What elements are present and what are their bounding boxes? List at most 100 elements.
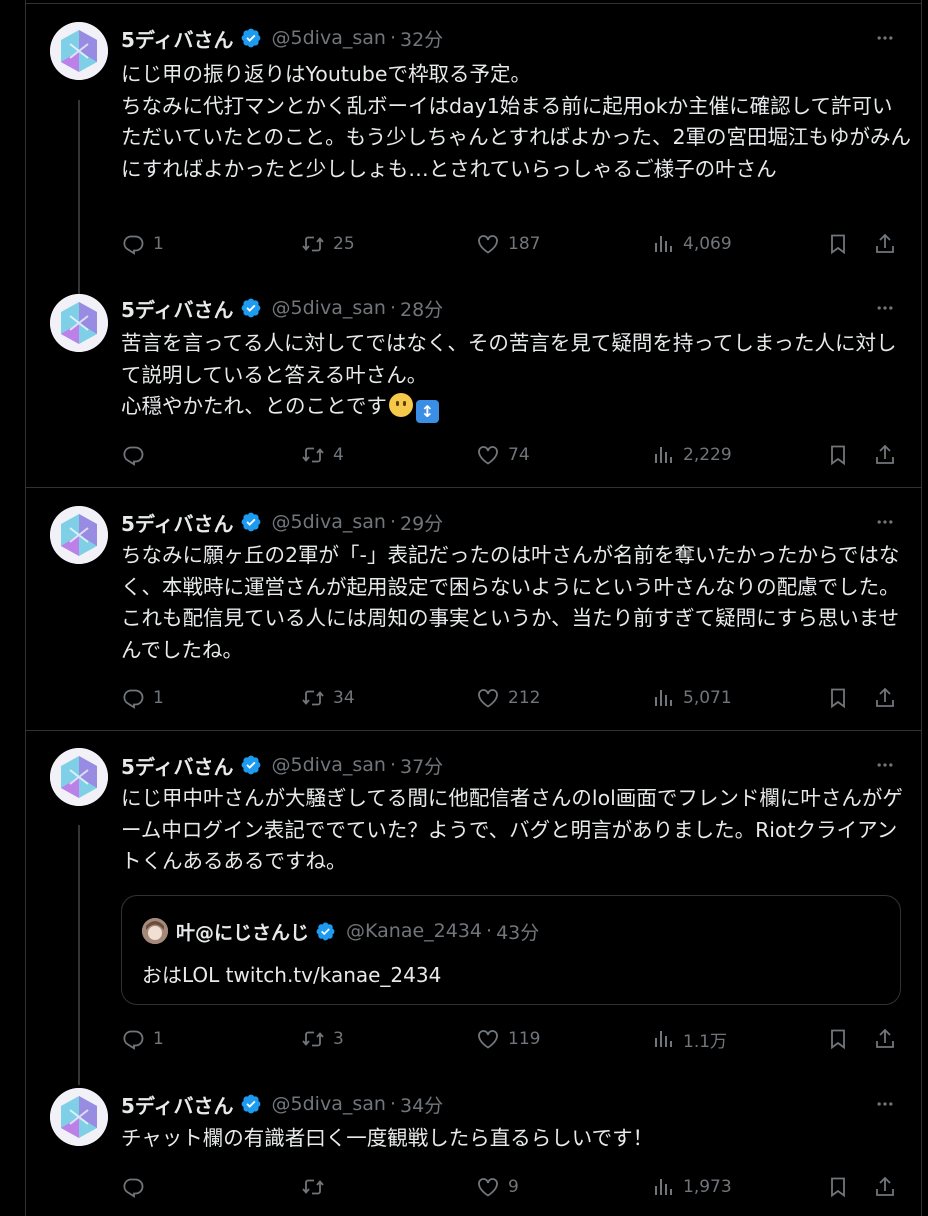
avatar[interactable] <box>50 506 108 564</box>
like-button[interactable]: 187 <box>476 229 540 259</box>
share-button[interactable] <box>873 1024 897 1054</box>
like-icon <box>476 443 500 467</box>
like-icon <box>476 1027 500 1051</box>
timestamp[interactable]: 34分 <box>400 1091 443 1118</box>
views-button[interactable]: 4,069 <box>651 229 732 259</box>
tweet-1[interactable]: 5ディバさん @5diva_san · 32分 にじ甲の振り返りはYoutube… <box>26 4 921 294</box>
verified-badge-icon <box>240 754 262 776</box>
like-button[interactable]: 212 <box>476 683 540 713</box>
views-button[interactable]: 1,973 <box>651 1172 732 1202</box>
more-icon[interactable] <box>873 26 897 50</box>
share-icon <box>873 443 897 467</box>
avatar[interactable] <box>50 22 108 80</box>
quoted-tweet[interactable]: 叶@にじさんじ @Kanae_2434 · 43分 おはLOL twitch.t… <box>121 895 901 1005</box>
share-button[interactable] <box>873 1172 897 1202</box>
handle[interactable]: @5diva_san <box>272 27 386 49</box>
retweet-count: 25 <box>333 234 355 254</box>
retweet-icon <box>301 1175 325 1199</box>
share-icon <box>873 686 897 710</box>
reply-icon <box>121 1027 145 1051</box>
retweet-button[interactable]: 3 <box>301 1024 344 1054</box>
separator-dot: · <box>389 1093 396 1115</box>
reply-icon <box>121 686 145 710</box>
action-bar: 1 3 119 1.1万 <box>121 1024 911 1054</box>
avatar-image <box>50 1088 108 1146</box>
timestamp[interactable]: 37分 <box>400 752 443 779</box>
verified-badge-icon <box>240 27 262 49</box>
more-icon[interactable] <box>873 753 897 777</box>
like-count: 119 <box>508 1029 541 1049</box>
timestamp[interactable]: 32分 <box>400 25 443 52</box>
reply-button[interactable] <box>121 440 145 470</box>
views-button[interactable]: 1.1万 <box>651 1024 727 1054</box>
separator-dot: · <box>389 27 396 49</box>
display-name[interactable]: 5ディバさん <box>121 751 234 780</box>
retweet-button[interactable]: 4 <box>301 440 344 470</box>
bookmark-icon <box>826 686 850 710</box>
like-button[interactable]: 9 <box>476 1172 519 1202</box>
reply-button[interactable]: 1 <box>121 1024 164 1054</box>
more-icon[interactable] <box>873 296 897 320</box>
retweet-icon <box>301 443 325 467</box>
like-button[interactable]: 74 <box>476 440 530 470</box>
tweet-header: 5ディバさん @5diva_san · 37分 <box>121 751 443 779</box>
bookmark-button[interactable] <box>826 1172 850 1202</box>
timestamp[interactable]: 29分 <box>400 509 443 536</box>
reply-button[interactable]: 1 <box>121 229 164 259</box>
bookmark-button[interactable] <box>826 440 850 470</box>
timestamp[interactable]: 28分 <box>400 295 443 322</box>
reply-button[interactable] <box>121 1172 145 1202</box>
action-bar: 9 1,973 <box>121 1172 911 1202</box>
bookmark-button[interactable] <box>826 1024 850 1054</box>
share-icon <box>873 1027 897 1051</box>
view-count: 1,973 <box>683 1177 732 1197</box>
verified-badge-icon <box>240 1093 262 1115</box>
verified-badge-icon <box>240 511 262 533</box>
tweet-2[interactable]: 5ディバさん @5diva_san · 28分 苦言を言ってる人に対してではなく… <box>26 274 921 488</box>
timeline-feed: 5ディバさん @5diva_san · 32分 にじ甲の振り返りはYoutube… <box>25 0 922 1216</box>
thread-line <box>78 825 80 1085</box>
handle[interactable]: @5diva_san <box>272 297 386 319</box>
retweet-button[interactable]: 25 <box>301 229 355 259</box>
more-icon[interactable] <box>873 1092 897 1116</box>
display-name[interactable]: 5ディバさん <box>121 1090 234 1119</box>
tweet-4[interactable]: 5ディバさん @5diva_san · 37分 にじ甲中叶さんが大騒ぎしてる間に… <box>26 731 921 1085</box>
tweet-3[interactable]: 5ディバさん @5diva_san · 29分 ちなみに願ヶ丘の2軍が「-」表記… <box>26 488 921 731</box>
quote-display-name[interactable]: 叶@にじさんじ <box>176 918 309 945</box>
retweet-button[interactable] <box>301 1172 325 1202</box>
retweet-button[interactable]: 34 <box>301 683 355 713</box>
display-name[interactable]: 5ディバさん <box>121 294 234 323</box>
thread-line <box>78 100 80 294</box>
more-icon[interactable] <box>873 510 897 534</box>
views-button[interactable]: 5,071 <box>651 683 732 713</box>
reply-icon <box>121 232 145 256</box>
display-name[interactable]: 5ディバさん <box>121 508 234 537</box>
avatar[interactable] <box>50 748 108 806</box>
avatar[interactable] <box>50 1088 108 1146</box>
retweet-count: 3 <box>333 1029 344 1049</box>
views-icon <box>651 1175 675 1199</box>
bookmark-button[interactable] <box>826 683 850 713</box>
like-button[interactable]: 119 <box>476 1024 540 1054</box>
handle[interactable]: @5diva_san <box>272 511 386 533</box>
handle[interactable]: @5diva_san <box>272 1093 386 1115</box>
bookmark-icon <box>826 1175 850 1199</box>
bookmark-button[interactable] <box>826 229 850 259</box>
bookmark-icon <box>826 1027 850 1051</box>
tweet-text: にじ甲中叶さんが大騒ぎしてる間に他配信者さんのlol画面でフレンド欄に叶さんがゲ… <box>121 786 903 873</box>
like-icon <box>476 1175 500 1199</box>
action-bar: 1 34 212 5,071 <box>121 683 911 713</box>
share-button[interactable] <box>873 683 897 713</box>
avatar-image <box>50 506 108 564</box>
share-button[interactable] <box>873 229 897 259</box>
tweet-text-block: 苦言を言ってる人に対してではなく、その苦言を見て疑問を持ってしまった人に対して説… <box>121 328 911 423</box>
avatar[interactable] <box>50 294 108 352</box>
reply-icon <box>121 1175 145 1199</box>
display-name[interactable]: 5ディバさん <box>121 24 234 53</box>
handle[interactable]: @5diva_san <box>272 754 386 776</box>
view-count: 4,069 <box>683 234 732 254</box>
reply-button[interactable]: 1 <box>121 683 164 713</box>
share-button[interactable] <box>873 440 897 470</box>
tweet-5[interactable]: 5ディバさん @5diva_san · 34分 チャット欄の有識者曰く一度観戦し… <box>26 1070 921 1216</box>
views-button[interactable]: 2,229 <box>651 440 732 470</box>
